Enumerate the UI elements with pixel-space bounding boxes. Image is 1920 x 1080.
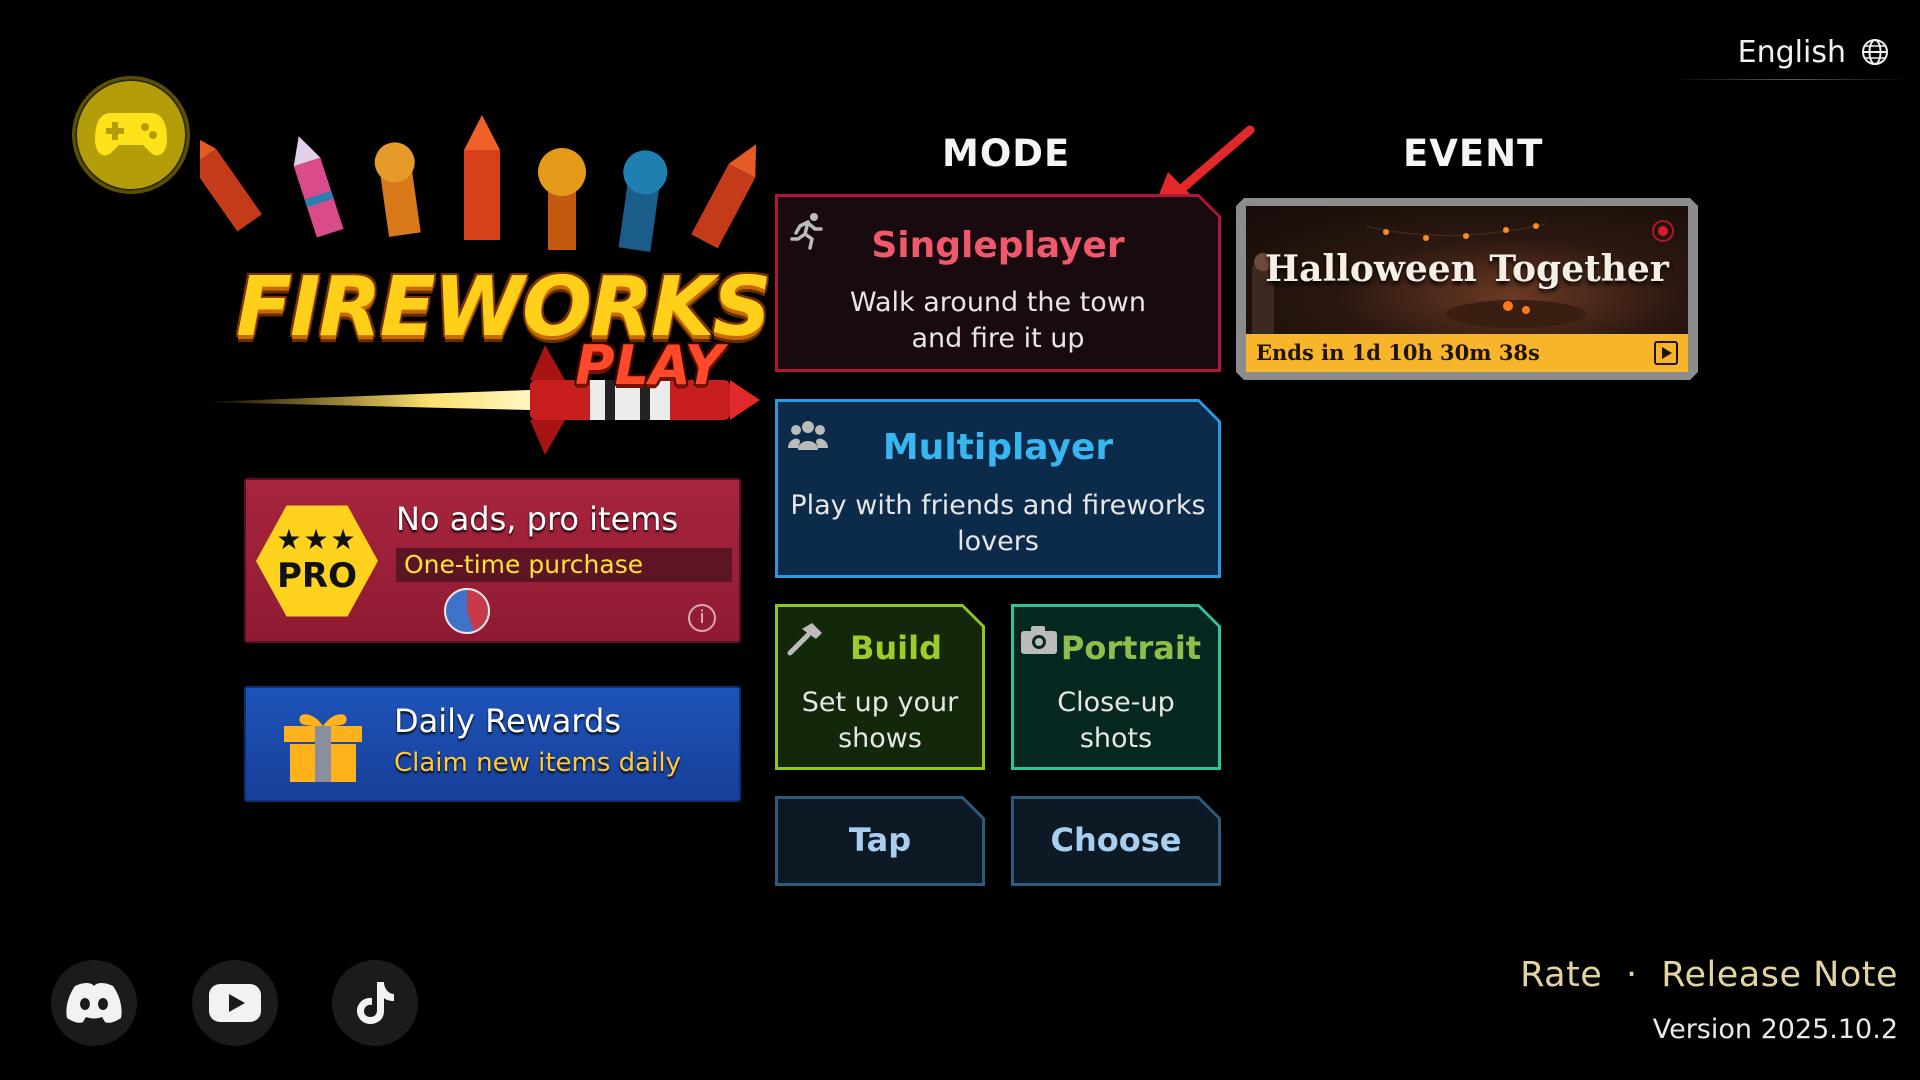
info-icon[interactable]: i	[688, 604, 716, 632]
portrait-title: Portrait	[1060, 629, 1202, 667]
globe-icon	[1862, 39, 1888, 65]
game-logo: FIREWORKS PLAY	[200, 110, 772, 480]
event-image: Halloween Together	[1246, 206, 1688, 334]
pro-loading-icon	[444, 588, 490, 634]
multiplayer-title: Multiplayer	[882, 427, 1114, 468]
video-play-icon[interactable]	[1654, 341, 1678, 365]
discord-icon	[66, 983, 122, 1023]
singleplayer-description-2: and fire it up	[911, 323, 1085, 354]
controller-button[interactable]	[72, 76, 190, 194]
choose-title: Choose	[1050, 821, 1182, 859]
gift-icon	[284, 714, 362, 782]
singleplayer-description-1: Walk around the town	[850, 287, 1146, 318]
rate-link[interactable]: Rate	[1520, 955, 1602, 995]
event-title: Halloween Together	[1265, 248, 1669, 290]
footer-links: Rate · Release Note	[1520, 955, 1898, 995]
tiktok-button[interactable]	[332, 960, 418, 1046]
version-label: Version 2025.10.2	[1652, 1014, 1898, 1045]
language-label: English	[1737, 34, 1846, 70]
daily-rewards-subtitle: Claim new items daily	[394, 748, 681, 778]
build-title: Build	[849, 629, 942, 667]
portrait-description-2: shots	[1079, 723, 1153, 754]
tap-title: Tap	[848, 821, 912, 859]
daily-rewards-title: Daily Rewards	[394, 702, 621, 740]
record-icon	[1652, 220, 1674, 242]
youtube-button[interactable]	[192, 960, 278, 1046]
build-button[interactable]: Build Set up your shows	[775, 604, 985, 770]
multiplayer-button[interactable]: Multiplayer Play with friends and firewo…	[775, 399, 1221, 578]
language-selector[interactable]: English	[1700, 30, 1890, 74]
build-description-2: shows	[838, 723, 922, 754]
game-subtitle: PLAY	[575, 334, 724, 397]
singleplayer-title: Singleplayer	[871, 225, 1125, 266]
daily-rewards-card[interactable]: Daily Rewards Claim new items daily	[244, 686, 741, 802]
pro-title: No ads, pro items	[396, 500, 679, 538]
gamepad-icon	[95, 113, 167, 156]
pro-subtitle: One-time purchase	[404, 550, 644, 579]
event-header: EVENT	[1403, 132, 1544, 175]
discord-button[interactable]	[51, 960, 137, 1046]
pro-badge: ★★★ PRO	[256, 505, 378, 617]
stars-icon: ★★★	[276, 523, 358, 556]
multiplayer-description-1: Play with friends and fireworks	[790, 490, 1206, 521]
tiktok-icon	[357, 982, 394, 1024]
pro-purchase-card[interactable]: ★★★ PRO No ads, pro items One-time purch…	[244, 478, 741, 643]
event-timer: Ends in 1d 10h 30m 38s	[1256, 340, 1540, 365]
language-underline	[1670, 79, 1910, 80]
tap-button[interactable]: Tap	[775, 796, 985, 886]
build-description-1: Set up your	[801, 687, 959, 718]
footer-separator: ·	[1625, 955, 1638, 995]
release-note-link[interactable]: Release Note	[1661, 955, 1898, 995]
portrait-description-1: Close-up	[1057, 687, 1175, 718]
portrait-button[interactable]: Portrait Close-up shots	[1011, 604, 1221, 770]
choose-button[interactable]: Choose	[1011, 796, 1221, 886]
event-timer-bar: Ends in 1d 10h 30m 38s	[1246, 334, 1688, 372]
event-banner[interactable]: Halloween Together Ends in 1d 10h 30m 38…	[1236, 198, 1698, 380]
youtube-icon	[209, 984, 261, 1022]
multiplayer-description-2: lovers	[957, 526, 1039, 557]
singleplayer-button[interactable]: Singleplayer Walk around the town and fi…	[775, 194, 1221, 372]
mode-header: MODE	[942, 132, 1071, 175]
